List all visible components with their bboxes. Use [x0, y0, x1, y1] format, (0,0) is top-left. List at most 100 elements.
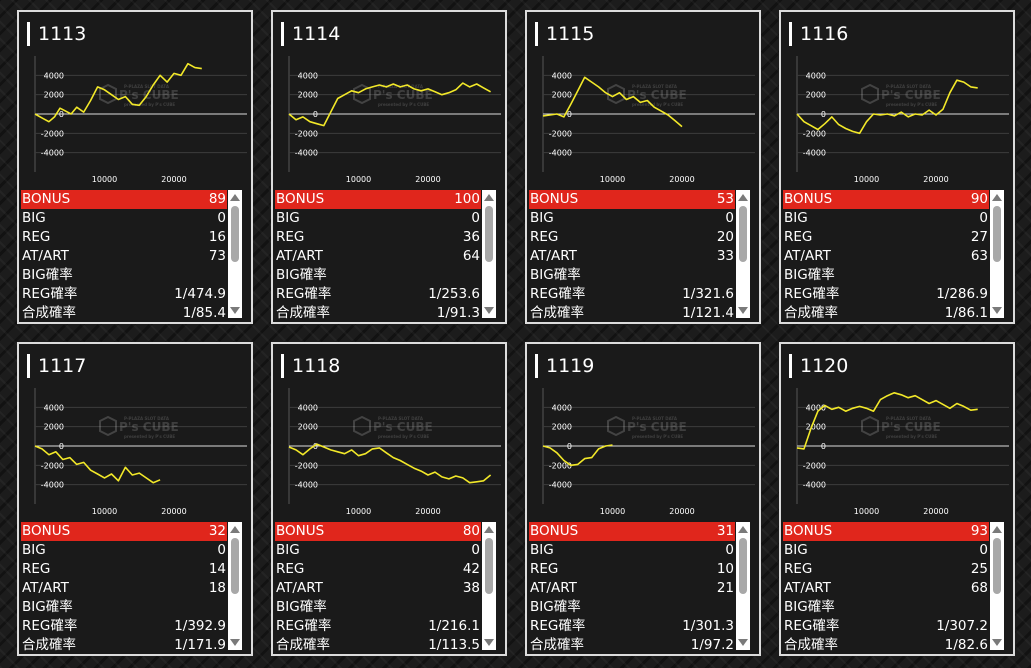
stats-scrollbar[interactable] [990, 522, 1004, 650]
x-tick-label: 10000 [854, 507, 879, 516]
scroll-up-arrow-icon[interactable] [992, 194, 1002, 201]
stat-row-reg-rate: REG確率 1/307.2 [783, 617, 989, 636]
scroll-thumb[interactable] [993, 538, 1001, 594]
stats-scrollbar[interactable] [990, 190, 1004, 318]
scroll-thumb[interactable] [231, 206, 239, 262]
scroll-down-arrow-icon[interactable] [230, 639, 240, 646]
scroll-down-arrow-icon[interactable] [484, 639, 494, 646]
svg-text:presented by P's CUBE: presented by P's CUBE [886, 434, 937, 439]
stat-row-reg-rate: REG確率 1/253.6 [275, 285, 481, 304]
scroll-up-arrow-icon[interactable] [484, 526, 494, 533]
stat-label: BIG確率 [276, 267, 327, 283]
stats-scrollbar[interactable] [482, 522, 496, 650]
stat-label: REG [784, 561, 813, 577]
stat-value: 0 [979, 542, 988, 558]
scroll-thumb[interactable] [993, 206, 1001, 262]
scroll-up-arrow-icon[interactable] [738, 526, 748, 533]
stat-value: 68 [970, 580, 988, 596]
stat-label: AT/ART [276, 580, 323, 596]
stat-label: BONUS [276, 523, 325, 539]
stat-label: BIG確率 [784, 267, 835, 283]
stat-label: REG [22, 561, 51, 577]
stat-row-big: BIG 0 [783, 541, 989, 560]
x-tick-label: 20000 [415, 507, 440, 516]
stats-scrollbar[interactable] [228, 522, 242, 650]
stat-row-total-rate: 合成確率 1/113.5 [275, 636, 481, 654]
scroll-thumb[interactable] [739, 538, 747, 594]
y-tick-label: 0 [59, 442, 64, 451]
machine-card[interactable]: 1113 4000 2000 0 -2000 -4000 10000 20000 P's CU… [17, 10, 253, 324]
stat-row-atart: AT/ART 64 [275, 247, 481, 266]
slump-chart: 400020000-2000-400010000 20000P's CUBEP-P… [288, 56, 501, 184]
stat-label: BONUS [22, 523, 71, 539]
scroll-down-arrow-icon[interactable] [230, 307, 240, 314]
stats-table: BONUS 89 BIG 0 REG 16 AT/ART 73 BIG確率 RE… [21, 190, 227, 322]
y-tick-label: 2000 [552, 423, 572, 432]
scroll-up-arrow-icon[interactable] [484, 194, 494, 201]
scroll-thumb[interactable] [231, 538, 239, 594]
stat-value: 1/474.9 [174, 286, 226, 302]
scroll-thumb[interactable] [485, 538, 493, 594]
y-tick-label: 2000 [44, 423, 64, 432]
stat-row-reg-rate: REG確率 1/301.3 [529, 617, 735, 636]
y-tick-label: 2000 [552, 91, 572, 100]
x-tick-label: 10000 [346, 175, 371, 184]
stat-row-reg: REG 16 [21, 228, 227, 247]
stat-row-total-rate: 合成確率 1/82.6 [783, 636, 989, 654]
stat-value: 1/121.4 [682, 305, 734, 321]
y-tick-label: -4000 [295, 149, 318, 158]
stat-value: 73 [208, 248, 226, 264]
scroll-up-arrow-icon[interactable] [230, 194, 240, 201]
machine-card[interactable]: 1118 4000 2000 0 -2000 -4000 10000 20000 P's CU… [271, 342, 507, 656]
machine-card[interactable]: 1115 4000 2000 0 -2000 -4000 10000 20000 P's CU… [525, 10, 761, 324]
scroll-thumb[interactable] [485, 206, 493, 262]
stat-value: 1/97.2 [690, 637, 734, 653]
stats-scrollbar[interactable] [736, 190, 750, 318]
stat-row-big: BIG 0 [21, 209, 227, 228]
scroll-down-arrow-icon[interactable] [992, 639, 1002, 646]
scroll-up-arrow-icon[interactable] [230, 526, 240, 533]
machine-card[interactable]: 1114 4000 2000 0 -2000 -4000 10000 20000 P's CU… [271, 10, 507, 324]
stats-scrollbar[interactable] [736, 522, 750, 650]
machine-card[interactable]: 1117 4000 2000 0 -2000 -4000 10000 20000 P's CU… [17, 342, 253, 656]
stat-value: 0 [725, 210, 734, 226]
svg-text:presented by P's CUBE: presented by P's CUBE [886, 102, 937, 107]
stat-value: 63 [970, 248, 988, 264]
scroll-thumb[interactable] [739, 206, 747, 262]
stat-value: 14 [208, 561, 226, 577]
svg-text:P-PLAZA SLOT DATA: P-PLAZA SLOT DATA [632, 416, 678, 421]
stat-label: 合成確率 [784, 305, 838, 321]
stat-row-atart: AT/ART 21 [529, 579, 735, 598]
y-tick-label: 4000 [298, 71, 318, 80]
stat-label: 合成確率 [276, 637, 330, 653]
stat-label: REG [530, 229, 559, 245]
stats-scrollbar[interactable] [228, 190, 242, 318]
stat-row-big: BIG 0 [21, 541, 227, 560]
scroll-down-arrow-icon[interactable] [484, 307, 494, 314]
stats-scrollbar[interactable] [482, 190, 496, 318]
slump-chart: 400020000-2000-400010000 20000P's CUBEP-P… [288, 388, 501, 516]
y-tick-label: 2000 [298, 423, 318, 432]
machine-card[interactable]: 1119 4000 2000 0 -2000 -4000 10000 20000 P's CU… [525, 342, 761, 656]
machine-card[interactable]: 1120 4000 2000 0 -2000 -4000 10000 20000 P's CU… [779, 342, 1015, 656]
stat-value: 1/113.5 [428, 637, 480, 653]
scroll-down-arrow-icon[interactable] [992, 307, 1002, 314]
pscube-logo-icon: P's CUBEP-PLAZA SLOT DATApresented by P'… [353, 83, 433, 107]
x-tick-label: 20000 [669, 175, 694, 184]
stat-row-atart: AT/ART 38 [275, 579, 481, 598]
stat-row-reg: REG 20 [529, 228, 735, 247]
scroll-up-arrow-icon[interactable] [738, 194, 748, 201]
scroll-up-arrow-icon[interactable] [992, 526, 1002, 533]
y-tick-label: 0 [821, 110, 826, 119]
svg-text:P-PLAZA SLOT DATA: P-PLAZA SLOT DATA [632, 84, 678, 89]
machine-card[interactable]: 1116 4000 2000 0 -2000 -4000 10000 20000 P's CU… [779, 10, 1015, 324]
stat-label: REG確率 [276, 618, 332, 634]
stat-row-total-rate: 合成確率 1/85.4 [21, 304, 227, 322]
stat-value: 80 [462, 523, 480, 539]
stat-row-atart: AT/ART 63 [783, 247, 989, 266]
svg-text:P-PLAZA SLOT DATA: P-PLAZA SLOT DATA [886, 416, 932, 421]
svg-text:P's CUBE: P's CUBE [627, 88, 687, 102]
scroll-down-arrow-icon[interactable] [738, 307, 748, 314]
stat-value: 31 [716, 523, 734, 539]
scroll-down-arrow-icon[interactable] [738, 639, 748, 646]
